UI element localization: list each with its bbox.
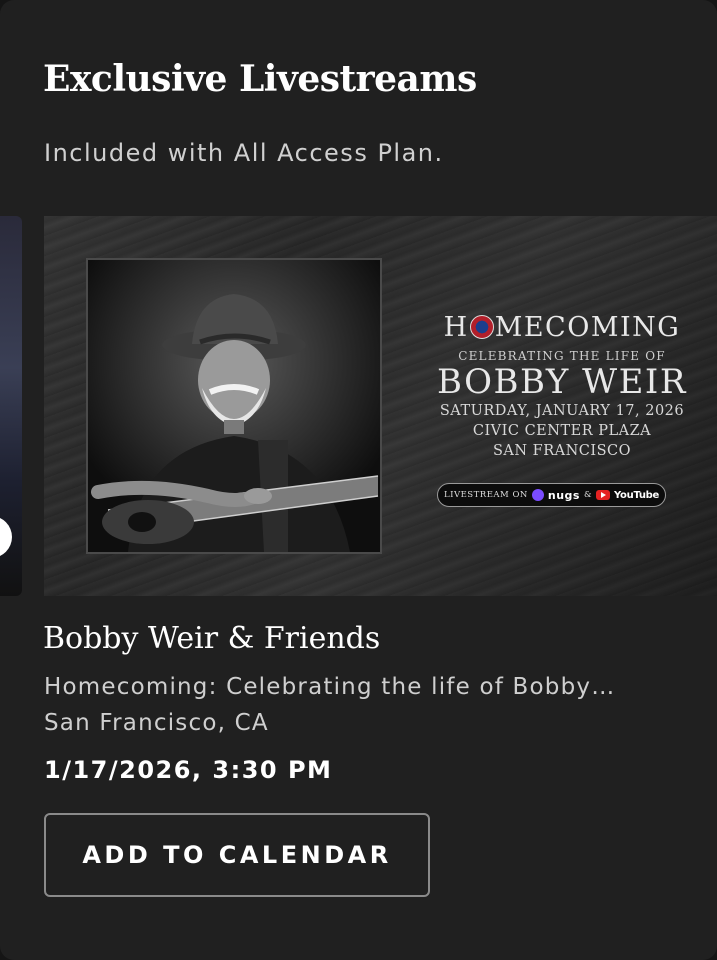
- youtube-label: YouTube: [614, 489, 660, 501]
- stream-ampersand: &: [583, 490, 593, 500]
- poster-kicker: CELEBRATING THE LIFE OF: [458, 349, 666, 363]
- event-datetime: 1/17/2026, 3:30 PM: [44, 756, 333, 784]
- event-location: San Francisco, CA: [44, 710, 269, 736]
- poster-text-block: H MECOMING CELEBRATING THE LIFE OF BOBBY …: [422, 311, 702, 461]
- section-subtitle: Included with All Access Plan.: [44, 139, 444, 167]
- artist-portrait: [86, 258, 382, 554]
- poster-date: SATURDAY, JANUARY 17, 2026: [439, 403, 685, 419]
- poster-venue: CIVIC CENTER PLAZA: [472, 423, 652, 439]
- nugs-label: nugs: [547, 488, 580, 502]
- section-title: Exclusive Livestreams: [43, 58, 477, 100]
- nugs-icon: [531, 489, 544, 501]
- livestreams-section: Exclusive Livestreams Included with All …: [0, 0, 717, 960]
- poster-headline-suffix: MECOMING: [494, 312, 681, 343]
- poster-headline: H MECOMING: [422, 311, 702, 345]
- previous-card-badge-icon: [0, 516, 12, 558]
- poster-city: SAN FRANCISCO: [492, 443, 632, 459]
- steal-your-face-logo-icon: [469, 315, 494, 339]
- artist-portrait-illustration: [88, 260, 380, 552]
- add-to-calendar-button[interactable]: ADD TO CALENDAR: [44, 813, 430, 897]
- poster-headline-prefix: H: [443, 312, 469, 343]
- event-title[interactable]: Bobby Weir & Friends: [43, 621, 380, 656]
- stream-prefix: LIVESTREAM ON: [443, 490, 528, 500]
- event-description: Homecoming: Celebrating the life of Bobb…: [44, 674, 616, 700]
- poster-artist-name: BOBBY WEIR: [437, 362, 687, 402]
- livestream-poster-image[interactable]: H MECOMING CELEBRATING THE LIFE OF BOBBY …: [44, 216, 717, 596]
- livestream-platforms-badge: LIVESTREAM ON nugs & YouTube: [437, 483, 666, 507]
- youtube-icon: [596, 490, 611, 500]
- previous-livestream-card[interactable]: [0, 216, 22, 596]
